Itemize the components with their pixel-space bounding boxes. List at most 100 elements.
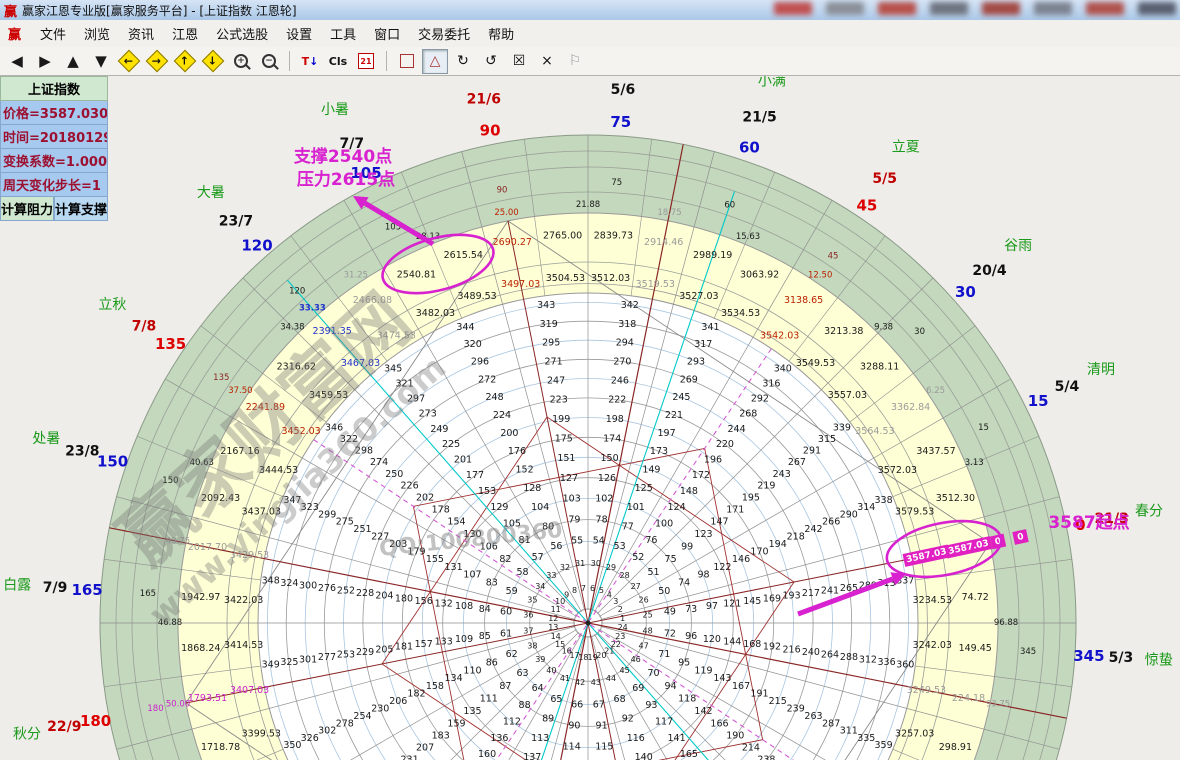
svg-text:125: 125	[635, 483, 653, 494]
triangle-tool-button[interactable]: △	[422, 49, 448, 74]
svg-text:3: 3	[613, 597, 618, 606]
svg-text:118: 118	[678, 694, 696, 705]
svg-text:197: 197	[658, 428, 676, 439]
svg-text:246: 246	[611, 376, 629, 387]
svg-text:51: 51	[647, 567, 659, 578]
svg-text:248: 248	[486, 392, 504, 403]
svg-text:小暑: 小暑	[321, 102, 349, 118]
menu-item-3[interactable]: 江恩	[163, 21, 207, 46]
svg-text:159: 159	[447, 718, 465, 729]
svg-text:206: 206	[389, 696, 407, 707]
svg-text:338: 338	[875, 495, 893, 506]
nav-back-button[interactable]: ◀	[4, 49, 30, 74]
nav-up-button[interactable]: ▲	[60, 49, 86, 74]
cls-button[interactable]: Cls	[325, 49, 351, 74]
panel-row-0: 价格=3587.0300	[0, 101, 108, 125]
svg-text:22: 22	[611, 640, 621, 649]
svg-text:180: 180	[147, 704, 163, 714]
svg-text:54: 54	[593, 536, 605, 547]
svg-text:115: 115	[595, 741, 613, 752]
svg-text:60: 60	[739, 139, 760, 157]
svg-text:60: 60	[500, 607, 512, 618]
svg-text:271: 271	[545, 357, 563, 368]
svg-text:89: 89	[542, 714, 554, 725]
svg-text:3407.03: 3407.03	[230, 685, 269, 696]
zoom-out-button[interactable]: −	[256, 49, 282, 74]
svg-text:217: 217	[802, 588, 820, 599]
svg-text:119: 119	[694, 665, 712, 676]
svg-text:316: 316	[762, 379, 780, 390]
svg-text:112: 112	[503, 717, 521, 728]
pan-down-button[interactable]: ↓	[200, 49, 226, 74]
price-marker-button[interactable]: T↓	[297, 49, 323, 74]
svg-text:152: 152	[516, 464, 534, 475]
menu-item-9[interactable]: 帮助	[479, 21, 523, 46]
toolbar: ◀▶▲▼←→↑↓+−T↓Cls21 △↻↺☒×⚐	[0, 47, 1180, 76]
svg-text:359: 359	[875, 740, 893, 751]
nav-forward-button[interactable]: ▶	[32, 49, 58, 74]
rotate-ccw-button[interactable]: ↺	[478, 49, 504, 74]
center-mark-button[interactable]: ×	[534, 49, 560, 74]
menu-item-4[interactable]: 公式选股	[207, 21, 277, 46]
board-button[interactable]: ⚐	[562, 49, 588, 74]
svg-text:2914.46: 2914.46	[644, 237, 683, 248]
svg-text:1868.24: 1868.24	[181, 643, 220, 654]
pan-left-button[interactable]: ←	[116, 49, 142, 74]
pan-up-button[interactable]: ↑	[172, 49, 198, 74]
menu-item-8[interactable]: 交易委托	[409, 21, 479, 46]
svg-text:3542.03: 3542.03	[760, 331, 799, 342]
svg-text:87: 87	[499, 681, 511, 692]
calc-support-button[interactable]: 计算支撑	[54, 197, 108, 221]
svg-text:15: 15	[1028, 392, 1049, 410]
svg-text:42: 42	[575, 678, 585, 687]
svg-text:52: 52	[632, 552, 644, 563]
svg-text:32: 32	[560, 563, 570, 572]
nav-down-button[interactable]: ▼	[88, 49, 114, 74]
svg-text:176: 176	[508, 446, 526, 457]
svg-text:34: 34	[535, 582, 545, 591]
svg-text:9.38: 9.38	[874, 322, 893, 332]
svg-text:264: 264	[821, 649, 839, 660]
menu-item-6[interactable]: 工具	[321, 21, 365, 46]
svg-text:135: 135	[213, 373, 229, 383]
svg-text:3519.53: 3519.53	[636, 279, 675, 290]
svg-text:199: 199	[552, 414, 570, 425]
svg-text:335: 335	[857, 733, 875, 744]
zoom-in-button[interactable]: +	[228, 49, 254, 74]
svg-text:90: 90	[480, 122, 501, 140]
svg-text:1793.51: 1793.51	[188, 693, 227, 704]
menu-item-2[interactable]: 资讯	[119, 21, 163, 46]
svg-text:252: 252	[337, 586, 355, 597]
svg-text:74.72: 74.72	[962, 592, 989, 603]
svg-text:18.75: 18.75	[657, 208, 681, 218]
menu-item-1[interactable]: 浏览	[75, 21, 119, 46]
square-tool-button[interactable]	[394, 49, 420, 74]
svg-text:168: 168	[743, 639, 761, 650]
svg-text:200: 200	[500, 428, 518, 439]
svg-text:3564.53: 3564.53	[855, 426, 894, 437]
pan-right-button[interactable]: →	[144, 49, 170, 74]
toolbar-separator	[386, 51, 387, 71]
svg-text:3512.30: 3512.30	[936, 493, 975, 504]
svg-text:64: 64	[532, 683, 544, 694]
calendar-button[interactable]: 21	[353, 49, 379, 74]
svg-text:7: 7	[581, 584, 586, 593]
menu-item-0[interactable]: 文件	[31, 21, 75, 46]
menu-item-7[interactable]: 窗口	[365, 21, 409, 46]
svg-text:215: 215	[769, 696, 787, 707]
svg-text:109: 109	[455, 634, 473, 645]
panel-row-2: 变换系数=1.00000	[0, 149, 108, 173]
svg-text:251: 251	[353, 524, 371, 535]
svg-text:3213.38: 3213.38	[824, 326, 863, 337]
calc-resistance-button[interactable]: 计算阻力	[0, 197, 54, 221]
svg-text:3414.53: 3414.53	[224, 640, 263, 651]
box-close-button[interactable]: ☒	[506, 49, 532, 74]
svg-text:3063.92: 3063.92	[740, 270, 779, 281]
svg-text:57: 57	[532, 552, 544, 563]
rotate-cw-button[interactable]: ↻	[450, 49, 476, 74]
svg-text:惊蛰: 惊蛰	[1145, 652, 1173, 668]
menu-item-5[interactable]: 设置	[277, 21, 321, 46]
svg-text:229: 229	[356, 647, 374, 658]
artifact	[982, 2, 1020, 15]
svg-text:3249.53: 3249.53	[907, 685, 946, 696]
